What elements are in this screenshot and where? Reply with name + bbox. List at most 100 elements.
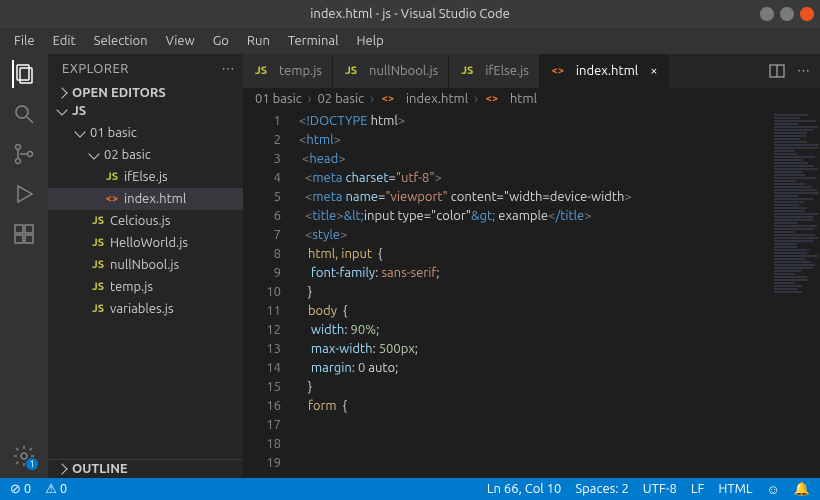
status-bell-icon[interactable]: 🔔	[794, 482, 810, 497]
code-content[interactable]: <!DOCTYPE html><html> <head> <meta chars…	[291, 110, 770, 478]
js-file-icon: JS	[253, 65, 269, 77]
chevron-down-icon	[56, 104, 67, 115]
status-eol[interactable]: LF	[691, 482, 704, 496]
file-item[interactable]: JS nullNbool.js	[48, 254, 243, 276]
status-errors[interactable]: ⊘ 0	[10, 482, 31, 497]
menu-run[interactable]: Run	[239, 32, 278, 50]
split-editor-icon[interactable]	[769, 63, 785, 79]
breadcrumbs[interactable]: 01 basic › 02 basic › <> index.html › <> html	[243, 88, 820, 110]
source-control-icon[interactable]	[12, 142, 36, 166]
file-item[interactable]: JS Celcious.js	[48, 210, 243, 232]
status-encoding[interactable]: UTF-8	[643, 482, 677, 496]
js-file-icon: JS	[90, 215, 106, 227]
tree-item-label: 02 basic	[104, 148, 151, 162]
chevron-right-icon	[56, 87, 67, 98]
status-language[interactable]: HTML	[718, 482, 752, 496]
run-debug-icon[interactable]	[12, 182, 36, 206]
breadcrumb-item[interactable]: 02 basic	[317, 92, 364, 106]
file-item[interactable]: JS HelloWorld.js	[48, 232, 243, 254]
menu-help[interactable]: Help	[348, 32, 391, 50]
folder-item[interactable]: 02 basic	[48, 144, 243, 166]
js-file-icon: JS	[104, 171, 120, 183]
maximize-button[interactable]	[780, 7, 794, 21]
settings-badge: 1	[26, 458, 38, 470]
menu-selection[interactable]: Selection	[86, 32, 156, 50]
status-indent[interactable]: Spaces: 2	[575, 482, 628, 496]
editor-tabs: JS temp.js JS nullNbool.js JS ifElse.js <> inde…	[243, 54, 820, 88]
explorer-icon[interactable]	[12, 62, 36, 86]
status-position[interactable]: Ln 66, Col 10	[487, 482, 561, 496]
code-element-icon: <>	[484, 93, 500, 105]
minimap[interactable]	[770, 110, 820, 478]
tab-label: temp.js	[279, 64, 322, 78]
title-bar: index.html - js - Visual Studio Code	[0, 0, 820, 28]
js-file-icon: JS	[90, 303, 106, 315]
status-warnings[interactable]: ⚠ 0	[45, 482, 67, 497]
file-item[interactable]: JS ifElse.js	[48, 166, 243, 188]
tab-label: nullNbool.js	[369, 64, 438, 78]
html-file-icon: <>	[104, 193, 120, 205]
outline-section[interactable]: OUTLINE	[48, 459, 243, 478]
menu-bar: File Edit Selection View Go Run Terminal…	[0, 28, 820, 54]
menu-file[interactable]: File	[6, 32, 43, 50]
editor-tab[interactable]: JS nullNbool.js	[333, 54, 449, 88]
code-editor[interactable]: 12345678910111213141516171819 <!DOCTYPE …	[243, 110, 820, 478]
menu-terminal[interactable]: Terminal	[280, 32, 347, 50]
tree-item-label: 01 basic	[90, 126, 137, 140]
chevron-right-icon	[56, 463, 67, 474]
js-file-icon: JS	[90, 259, 106, 271]
window-controls	[760, 7, 814, 21]
html-file-icon: <>	[380, 93, 396, 105]
tab-label: ifElse.js	[485, 64, 529, 78]
tree-item-label: HelloWorld.js	[110, 236, 188, 250]
file-tree: 01 basic 02 basic JS ifElse.js <> index.html J…	[48, 120, 243, 459]
editor-tab[interactable]: JS ifElse.js	[449, 54, 540, 88]
tree-item-label: ifElse.js	[124, 170, 168, 184]
js-file-icon: JS	[459, 65, 475, 77]
chevron-down-icon	[74, 126, 85, 137]
breadcrumb-item[interactable]: html	[510, 92, 537, 106]
minimize-button[interactable]	[760, 7, 774, 21]
menu-edit[interactable]: Edit	[45, 32, 84, 50]
status-feedback-icon[interactable]: ☺	[767, 482, 780, 497]
chevron-right-icon: ›	[308, 92, 312, 106]
close-button[interactable]	[800, 7, 814, 21]
open-editors-section[interactable]: OPEN EDITORS	[48, 84, 243, 102]
breadcrumb-item[interactable]: index.html	[406, 92, 468, 106]
js-file-icon: JS	[343, 65, 359, 77]
settings-icon[interactable]: 1	[12, 444, 36, 468]
workspace-section[interactable]: JS	[48, 102, 243, 120]
js-file-icon: JS	[90, 237, 106, 249]
file-item[interactable]: JStemp.js	[48, 276, 243, 298]
tab-actions: ⋯	[759, 54, 820, 88]
tree-item-label: Celcious.js	[110, 214, 170, 228]
tree-item-label: temp.js	[110, 280, 153, 294]
chevron-right-icon: ›	[370, 92, 374, 106]
search-icon[interactable]	[12, 102, 36, 126]
editor-area: JS temp.js JS nullNbool.js JS ifElse.js <> inde…	[243, 54, 820, 478]
menu-view[interactable]: View	[158, 32, 203, 50]
sidebar: EXPLORER ⋯ OPEN EDITORS JS 01 basic 02 ba…	[48, 54, 243, 478]
status-bar: ⊘ 0 ⚠ 0 Ln 66, Col 10 Spaces: 2 UTF-8 LF…	[0, 478, 820, 500]
folder-item[interactable]: 01 basic	[48, 122, 243, 144]
more-actions-icon[interactable]: ⋯	[797, 64, 810, 79]
tree-item-label: variables.js	[110, 302, 174, 316]
html-file-icon: <>	[550, 65, 566, 77]
sidebar-title: EXPLORER ⋯	[48, 54, 243, 84]
file-item[interactable]: <> index.html	[48, 188, 243, 210]
file-item[interactable]: JS variables.js	[48, 298, 243, 320]
close-tab-icon[interactable]: ×	[650, 64, 657, 78]
line-gutter: 12345678910111213141516171819	[243, 110, 291, 478]
chevron-down-icon	[88, 148, 99, 159]
editor-tab[interactable]: <> index.html ×	[540, 54, 669, 88]
extensions-icon[interactable]	[12, 222, 36, 246]
chevron-right-icon: ›	[474, 92, 478, 106]
tree-item-label: index.html	[124, 192, 186, 206]
tab-label: index.html	[576, 64, 638, 78]
window-title: index.html - js - Visual Studio Code	[8, 7, 812, 21]
tree-item-label: nullNbool.js	[110, 258, 179, 272]
sidebar-more-icon[interactable]: ⋯	[222, 62, 236, 77]
menu-go[interactable]: Go	[205, 32, 237, 50]
editor-tab[interactable]: JS temp.js	[243, 54, 333, 88]
breadcrumb-item[interactable]: 01 basic	[255, 92, 302, 106]
